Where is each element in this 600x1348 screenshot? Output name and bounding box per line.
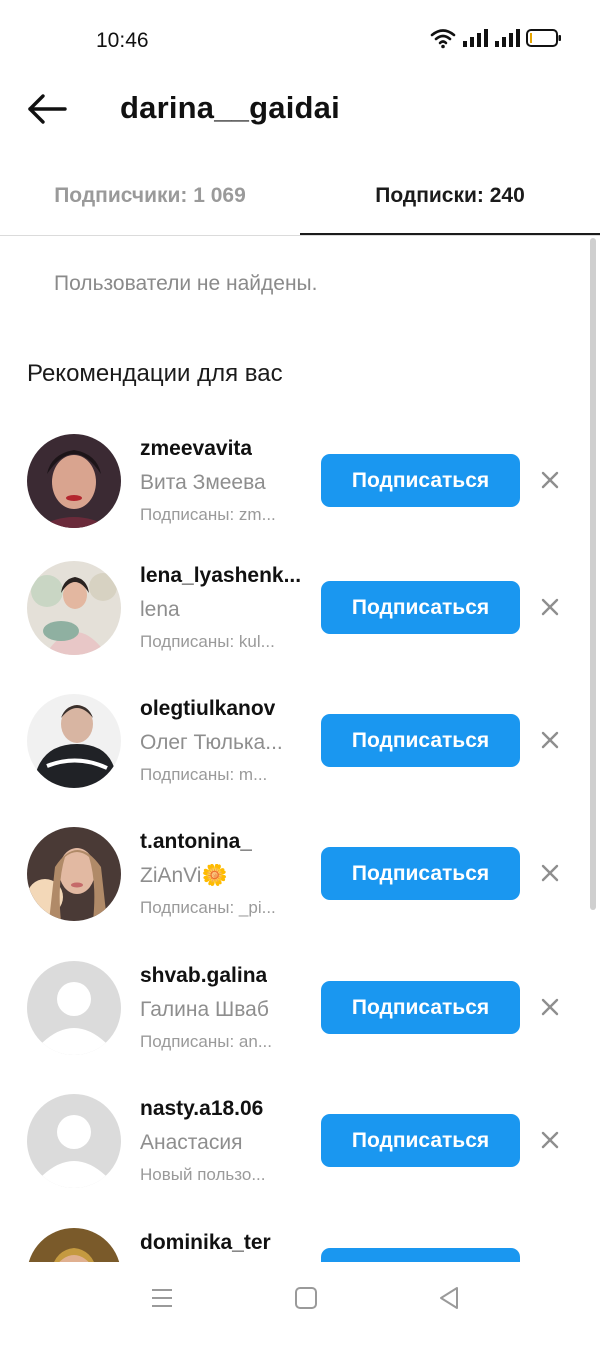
close-icon[interactable] [538,468,562,492]
close-icon[interactable] [538,1128,562,1152]
follow-button[interactable]: Подписаться [321,454,520,507]
suggestion-row[interactable]: zmeevavita Вита Змеева Подписаны: zm... … [0,434,590,554]
battery-icon [526,29,561,47]
suggestion-full-name: Галина Шваб [140,998,269,1021]
active-tab-indicator [300,233,600,235]
suggestion-row[interactable]: nasty.a18.06 Анастасия Новый пользо... П… [0,1094,590,1214]
follow-button[interactable]: Подписаться [321,714,520,767]
suggestion-full-name: Олег Тюлька... [140,731,283,754]
suggestion-mutual: Новый пользо... [140,1165,266,1184]
avatar[interactable] [27,827,121,921]
recommendations-title: Рекомендации для вас [27,360,283,387]
scrollbar[interactable] [590,238,596,910]
system-icons [430,27,562,49]
suggestion-row[interactable]: olegtiulkanov Олег Тюлька... Подписаны: … [0,694,590,814]
empty-state-text: Пользователи не найдены. [54,272,318,295]
system-nav-bar [0,1262,600,1332]
suggestion-row[interactable]: lena_lyashenk... lena Подписаны: kul... … [0,561,590,681]
suggestion-full-name: Вита Змеева [140,471,266,494]
back-arrow-icon[interactable] [26,92,68,126]
tab-following[interactable]: Подписки: 240 [300,165,600,235]
avatar[interactable] [27,694,121,788]
home-square-icon[interactable] [292,1284,320,1312]
tab-bar: Подписчики: 1 069 Подписки: 240 [0,165,600,237]
back-triangle-icon[interactable] [436,1284,464,1312]
avatar[interactable] [27,561,121,655]
suggestion-row[interactable]: t.antonina_ ZiAnVi🌼 Подписаны: _pi... По… [0,827,590,947]
status-time: 10:46 [96,29,149,52]
close-icon[interactable] [538,728,562,752]
suggestion-full-name: ZiAnVi🌼 [140,864,228,887]
tab-divider [0,235,600,236]
suggestion-username[interactable]: nasty.a18.06 [140,1097,263,1121]
suggestion-username[interactable]: lena_lyashenk... [140,564,301,588]
tab-followers[interactable]: Подписчики: 1 069 [0,165,300,235]
close-icon[interactable] [538,995,562,1019]
close-icon[interactable] [538,861,562,885]
suggestion-full-name: lena [140,598,180,621]
suggestion-mutual: Подписаны: zm... [140,505,276,524]
status-bar: 10:46 [0,0,600,80]
follow-button[interactable]: Подписаться [321,981,520,1034]
suggestion-full-name: Анастасия [140,1131,243,1154]
avatar[interactable] [27,1094,121,1188]
close-icon[interactable] [538,595,562,619]
suggestion-username[interactable]: shvab.galina [140,964,267,988]
menu-icon[interactable] [148,1284,176,1312]
follow-button[interactable]: Подписаться [321,1114,520,1167]
suggestion-username[interactable]: zmeevavita [140,437,252,461]
signal-icon [463,29,488,47]
avatar[interactable] [27,961,121,1055]
suggestion-mutual: Подписаны: m... [140,765,268,784]
suggestion-username[interactable]: olegtiulkanov [140,697,275,721]
suggestion-mutual: Подписаны: an... [140,1032,273,1051]
follow-button[interactable]: Подписаться [321,581,520,634]
avatar[interactable] [27,434,121,528]
page-title: darina__gaidai [120,90,340,125]
signal-icon-2 [495,29,520,47]
header: darina__gaidai [0,80,600,140]
suggestion-mutual: Подписаны: _pi... [140,898,276,917]
follow-button[interactable]: Подписаться [321,847,520,900]
suggestion-mutual: Подписаны: kul... [140,632,275,651]
suggestion-username[interactable]: dominika_ter [140,1231,271,1255]
wifi-icon [430,29,456,49]
suggestion-username[interactable]: t.antonina_ [140,830,252,854]
suggestion-row[interactable]: shvab.galina Галина Шваб Подписаны: an..… [0,961,590,1081]
